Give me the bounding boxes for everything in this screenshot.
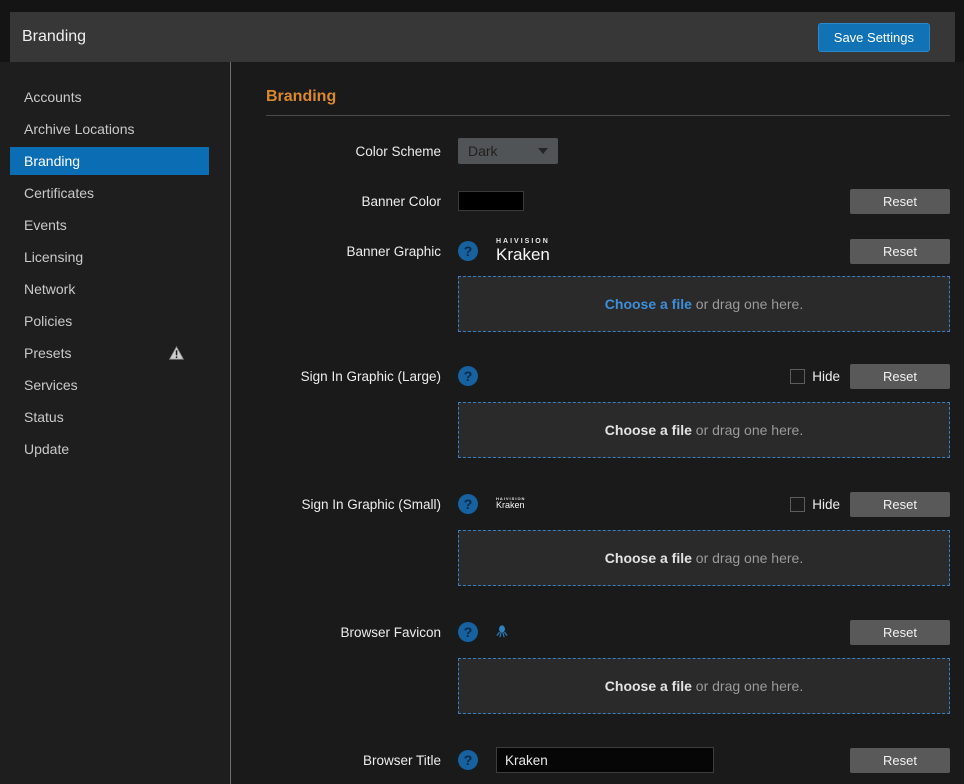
section-title: Branding — [266, 88, 950, 116]
main-content: Branding Color Scheme Dark Banner Color — [231, 62, 964, 784]
sidebar-item-certificates[interactable]: Certificates — [0, 177, 230, 209]
banner-graphic-label: Banner Graphic — [266, 244, 441, 259]
sidebar-item-services[interactable]: Services — [0, 369, 230, 401]
choose-file-link[interactable]: Choose a file — [605, 550, 692, 566]
dropzone-hint-text: or drag one here. — [692, 678, 803, 694]
sidebar-item-policies[interactable]: Policies — [0, 305, 230, 337]
color-scheme-label: Color Scheme — [266, 144, 441, 159]
signin-small-dropzone-row: Choose a file or drag one here. — [266, 530, 950, 586]
sidebar-item-network[interactable]: Network — [0, 273, 230, 305]
page-header: Branding Save Settings — [10, 12, 955, 62]
help-icon[interactable]: ? — [458, 622, 478, 642]
browser-title-reset-button[interactable]: Reset — [850, 748, 950, 773]
page-title: Branding — [22, 28, 86, 46]
signin-small-label: Sign In Graphic (Small) — [266, 497, 441, 512]
color-scheme-value: Dark — [468, 143, 498, 159]
color-scheme-select[interactable]: Dark — [458, 138, 558, 164]
signin-small-reset-button[interactable]: Reset — [850, 492, 950, 517]
sidebar-item-events[interactable]: Events — [0, 209, 230, 241]
signin-large-dropzone[interactable]: Choose a file or drag one here. — [458, 402, 950, 458]
banner-color-row: Banner Color Reset — [266, 188, 950, 214]
sidebar-item-label: Network — [24, 281, 75, 297]
help-icon[interactable]: ? — [458, 366, 478, 386]
signin-large-label: Sign In Graphic (Large) — [266, 369, 441, 384]
signin-small-hide-option: Hide — [790, 497, 840, 512]
branding-form: Color Scheme Dark Banner Color Reset — [266, 138, 950, 773]
sidebar-item-label: Licensing — [24, 249, 83, 265]
banner-color-label: Banner Color — [266, 194, 441, 209]
browser-favicon-dropzone[interactable]: Choose a file or drag one here. — [458, 658, 950, 714]
signin-large-dropzone-row: Choose a file or drag one here. — [266, 402, 950, 458]
sidebar-item-label: Update — [24, 441, 69, 457]
save-settings-button[interactable]: Save Settings — [818, 23, 930, 52]
help-icon[interactable]: ? — [458, 241, 478, 261]
sidebar-item-status[interactable]: Status — [0, 401, 230, 433]
signin-large-reset-button[interactable]: Reset — [850, 364, 950, 389]
signin-small-preview: HAIVISION Kraken — [496, 497, 525, 511]
kraken-logo-text: Kraken — [496, 246, 550, 265]
chevron-down-icon — [538, 148, 548, 154]
banner-graphic-reset-button[interactable]: Reset — [850, 239, 950, 264]
browser-title-input[interactable] — [496, 747, 714, 773]
browser-favicon-dropzone-row: Choose a file or drag one here. — [266, 658, 950, 714]
sidebar-item-label: Accounts — [24, 89, 82, 105]
sidebar-nav: Accounts Archive Locations Branding Certifi… — [0, 62, 231, 784]
sidebar-item-label: Archive Locations — [24, 121, 135, 137]
banner-graphic-dropzone-row: Choose a file or drag one here. — [266, 276, 950, 332]
browser-title-label: Browser Title — [266, 753, 441, 768]
choose-file-link[interactable]: Choose a file — [605, 296, 692, 312]
signin-small-hide-checkbox[interactable] — [790, 497, 805, 512]
signin-large-hide-checkbox[interactable] — [790, 369, 805, 384]
signin-small-row: Sign In Graphic (Small) ? HAIVISION Krak… — [266, 491, 950, 517]
sidebar-item-branding[interactable]: Branding — [10, 147, 209, 175]
window-top-strip — [0, 0, 964, 12]
help-icon[interactable]: ? — [458, 494, 478, 514]
browser-favicon-row: Browser Favicon ? Reset — [266, 619, 950, 645]
banner-graphic-row: Banner Graphic ? HAIVISION Kraken Reset — [266, 236, 950, 266]
sidebar-item-label: Branding — [24, 153, 80, 169]
sidebar-item-label: Status — [24, 409, 64, 425]
dropzone-hint-text: or drag one here. — [692, 550, 803, 566]
hide-label: Hide — [812, 497, 840, 512]
sidebar-item-label: Certificates — [24, 185, 94, 201]
sidebar-item-label: Services — [24, 377, 78, 393]
sidebar-item-archive-locations[interactable]: Archive Locations — [0, 113, 230, 145]
browser-favicon-reset-button[interactable]: Reset — [850, 620, 950, 645]
browser-favicon-label: Browser Favicon — [266, 625, 441, 640]
banner-graphic-preview: HAIVISION Kraken — [496, 238, 550, 264]
dropzone-hint-text: or drag one here. — [692, 296, 803, 312]
color-scheme-row: Color Scheme Dark — [266, 138, 950, 164]
warning-icon — [169, 346, 184, 360]
help-icon[interactable]: ? — [458, 750, 478, 770]
kraken-logo-text: Kraken — [496, 501, 525, 511]
sidebar-item-update[interactable]: Update — [0, 433, 230, 465]
banner-color-swatch[interactable] — [458, 191, 524, 211]
app-body: Accounts Archive Locations Branding Certifi… — [0, 62, 964, 784]
dropzone-hint-text: or drag one here. — [692, 422, 803, 438]
sidebar-item-presets[interactable]: Presets — [0, 337, 230, 369]
signin-small-dropzone[interactable]: Choose a file or drag one here. — [458, 530, 950, 586]
banner-graphic-dropzone[interactable]: Choose a file or drag one here. — [458, 276, 950, 332]
banner-color-reset-button[interactable]: Reset — [850, 189, 950, 214]
signin-large-hide-option: Hide — [790, 369, 840, 384]
kraken-favicon-icon — [496, 625, 508, 639]
choose-file-link[interactable]: Choose a file — [605, 422, 692, 438]
hide-label: Hide — [812, 369, 840, 384]
sidebar-item-accounts[interactable]: Accounts — [0, 81, 230, 113]
browser-title-row: Browser Title ? Reset — [266, 747, 950, 773]
choose-file-link[interactable]: Choose a file — [605, 678, 692, 694]
sidebar-item-label: Policies — [24, 313, 72, 329]
sidebar-item-label: Events — [24, 217, 67, 233]
signin-large-row: Sign In Graphic (Large) ? Hide Reset — [266, 363, 950, 389]
sidebar-item-licensing[interactable]: Licensing — [0, 241, 230, 273]
sidebar-item-label: Presets — [24, 345, 71, 361]
